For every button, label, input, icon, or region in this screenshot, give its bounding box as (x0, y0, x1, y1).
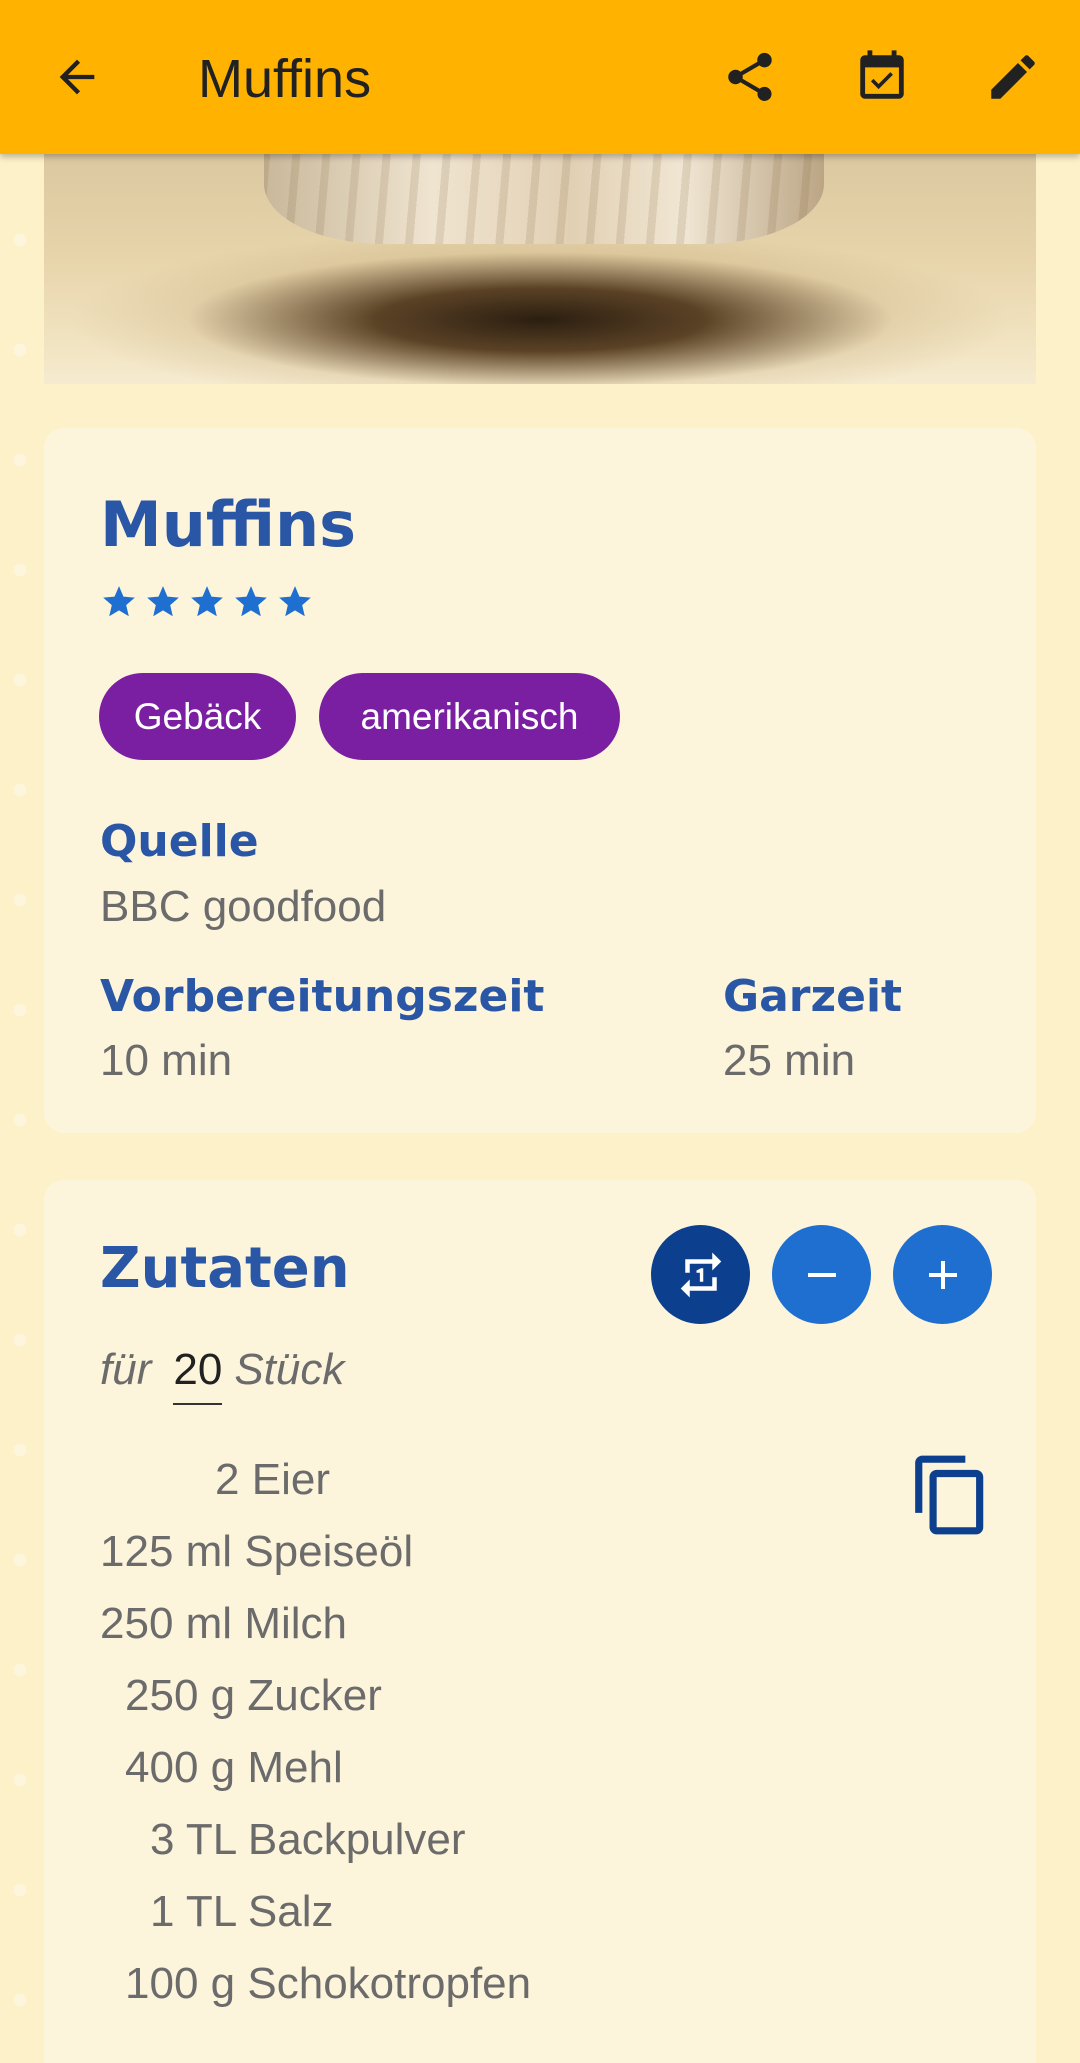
ingredient-item: 3 TL Backpulver (150, 1815, 466, 1865)
ingredient-unit: ml (185, 1599, 233, 1648)
tag-chip-amerikanisch[interactable]: amerikanisch (319, 673, 620, 760)
cook-time-label: Garzeit (723, 971, 903, 1022)
meal-plan-button[interactable] (842, 37, 922, 117)
copy-icon (915, 1455, 984, 1535)
calendar-check-icon (860, 50, 904, 99)
ingredients-title: Zutaten (100, 1236, 350, 1301)
app-bar: Muffins (0, 0, 1080, 154)
ingredient-item: 100 g Schokotropfen (125, 1959, 531, 2009)
ingredient-name: Milch (244, 1599, 348, 1648)
share-icon (728, 52, 772, 101)
edit-pencil-icon (991, 55, 1035, 99)
prep-time-label: Vorbereitungszeit (100, 971, 545, 1022)
decrease-servings-button[interactable] (772, 1225, 871, 1324)
recipe-title: Muffins (100, 488, 357, 561)
back-button[interactable] (37, 37, 117, 117)
minus-icon (807, 1272, 836, 1277)
ingredient-unit: g (210, 1671, 236, 1720)
source-label: Quelle (100, 816, 259, 867)
recipe-photo (44, 154, 1036, 384)
prep-time-value: 10 min (100, 1036, 233, 1085)
servings-prefix: für (100, 1345, 152, 1394)
ingredient-name: Zucker (247, 1671, 382, 1720)
ingredient-qty: 2 (215, 1455, 240, 1504)
servings-row: für 20 Stück (100, 1345, 344, 1405)
app-bar-title: Muffins (198, 49, 372, 109)
ingredient-qty: 1 (150, 1887, 175, 1936)
convert-units-button[interactable] (651, 1225, 750, 1324)
ingredient-qty: 100 (125, 1959, 199, 2008)
plus-icon (928, 1260, 957, 1289)
ingredient-qty: 3 (150, 1815, 175, 1864)
star-icon (235, 586, 267, 617)
swap-one-icon (680, 1252, 721, 1297)
source-value: BBC goodfood (100, 882, 387, 931)
edit-button[interactable] (973, 37, 1053, 117)
ingredient-unit: g (210, 1959, 236, 2008)
ingredient-name: Mehl (247, 1743, 343, 1792)
ingredient-qty: 400 (125, 1743, 199, 1792)
servings-unit: Stück (234, 1345, 345, 1394)
star-icon (103, 586, 135, 617)
recipe-info-card: Muffins Gebäck amerikanisch Quelle BBC g… (44, 428, 1036, 1133)
ingredient-unit: g (210, 1743, 236, 1792)
ingredient-qty: 125 (100, 1527, 174, 1576)
copy-ingredients-button[interactable] (906, 1450, 996, 1540)
back-arrow-icon (59, 59, 95, 95)
ingredient-name: Eier (251, 1455, 330, 1504)
ingredient-name: Speiseöl (244, 1527, 414, 1576)
ingredient-unit: ml (185, 1527, 233, 1576)
ingredient-item: 400 g Mehl (125, 1743, 343, 1793)
star-icon (147, 586, 179, 617)
ingredient-item: 1 TL Salz (150, 1887, 333, 1937)
cook-time-value: 25 min (723, 1036, 856, 1085)
ingredient-qty: 250 (100, 1599, 174, 1648)
rating-stars[interactable] (100, 583, 314, 621)
ingredient-item: 125 ml Speiseöl (100, 1527, 413, 1577)
ingredient-item: 2 Eier (215, 1455, 330, 1505)
ingredient-name: Salz (247, 1887, 334, 1936)
increase-servings-button[interactable] (893, 1225, 992, 1324)
star-icon (279, 586, 311, 617)
star-icon (191, 586, 223, 617)
ingredient-name: Schokotropfen (247, 1959, 532, 2008)
ingredient-item: 250 g Zucker (125, 1671, 382, 1721)
ingredient-qty: 250 (125, 1671, 199, 1720)
muffin-image (264, 154, 824, 244)
tag-chip-gebaeck[interactable]: Gebäck (99, 673, 296, 760)
share-button[interactable] (710, 37, 790, 117)
ingredient-item: 250 ml Milch (100, 1599, 347, 1649)
ingredients-card: Zutaten für 20 Stück 2 Eier 125 ml Speis… (44, 1180, 1036, 2063)
ingredient-name: Backpulver (247, 1815, 466, 1864)
ingredient-unit: TL (185, 1815, 236, 1864)
servings-input[interactable]: 20 (173, 1345, 223, 1405)
ingredient-unit: TL (185, 1887, 236, 1936)
